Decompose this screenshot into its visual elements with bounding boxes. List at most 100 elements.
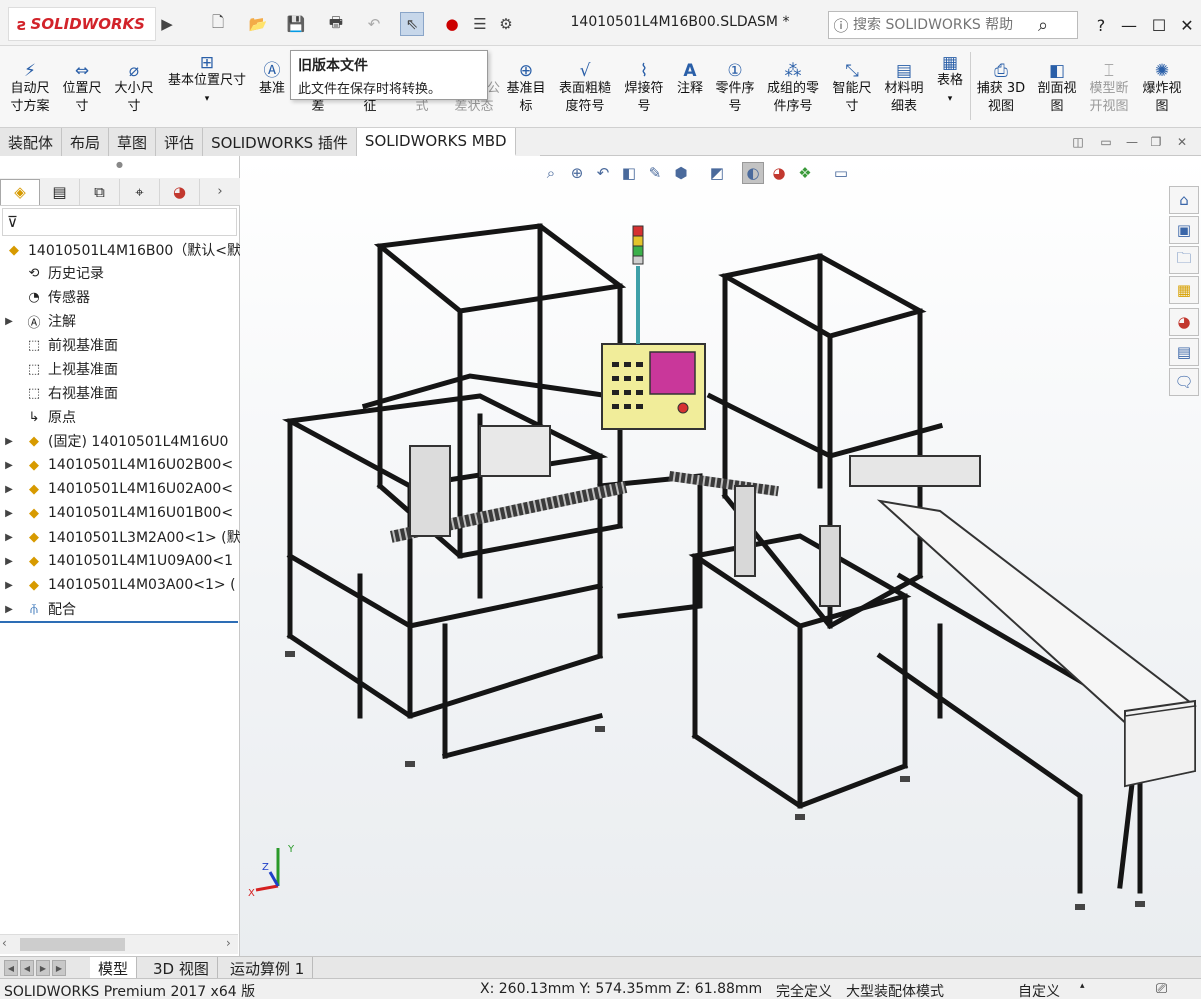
note-button[interactable]: A 注释 [672, 54, 708, 98]
solidworks-logo[interactable]: ƨ SOLIDWORKS [8, 7, 156, 41]
file-properties-icon[interactable]: ☰ [468, 12, 492, 36]
balloon-button[interactable]: ① 零件序 号 [710, 54, 760, 116]
doc-maximize-icon[interactable]: ❐ [1148, 134, 1164, 150]
expand-arrow-icon[interactable]: ▶ [160, 12, 174, 36]
tree-item-component[interactable]: ▶ ◆ 14010501L4M1U09A00<1 [2, 549, 233, 573]
pattern-button[interactable]: 式 [404, 98, 440, 116]
edit-appearance-icon[interactable]: ◕ [768, 162, 790, 184]
search-input[interactable] [853, 17, 1028, 33]
tab-3d-views[interactable]: 3D 视图 [145, 957, 218, 979]
doc-minimize-icon[interactable]: — [1124, 134, 1140, 150]
section-view-icon[interactable]: ◧ [618, 162, 640, 184]
undo-icon[interactable]: ↶ [362, 12, 386, 36]
surface-finish-button[interactable]: √ 表面粗糙 度符号 [554, 54, 616, 116]
forum-icon[interactable]: 🗨 [1169, 368, 1199, 396]
save-icon[interactable]: 💾 [284, 12, 308, 36]
dimxpert-manager-icon[interactable]: ⌖ [120, 178, 160, 205]
tab-sketch[interactable]: 草图 [109, 128, 157, 156]
weld-symbol-button[interactable]: ⌇ 焊接符 号 [620, 54, 668, 116]
filter-icon[interactable]: ⊽ [7, 213, 18, 231]
tree-item-front-plane[interactable]: ⬚ 前视基准面 [10, 333, 118, 357]
last-tab-icon[interactable]: ▶ [52, 960, 66, 976]
size-dimension-button[interactable]: ⌀ 大小尺 寸 [110, 54, 158, 116]
search-icon[interactable]: ⌕ [1028, 15, 1058, 36]
tab-model[interactable]: 模型 [90, 957, 138, 979]
tolerance-button[interactable]: 差 [300, 98, 336, 116]
expand-arrow-icon[interactable]: ▶ [2, 580, 16, 591]
scroll-right-icon[interactable]: › [226, 936, 231, 950]
expand-arrow-icon[interactable]: ▶ [2, 604, 16, 615]
configuration-manager-icon[interactable]: ⧉ [80, 178, 120, 205]
basic-location-dimension-button[interactable]: ⊞ 基本位置尺寸 ▾ [162, 50, 252, 108]
tree-item-component[interactable]: ▶ ◆ 14010501L4M16U02B00< [2, 453, 233, 477]
print-icon[interactable]: 🖶 [324, 12, 348, 36]
tree-item-top-plane[interactable]: ⬚ 上视基准面 [10, 357, 118, 381]
stacked-balloon-button[interactable]: ⁂ 成组的零 件序号 [762, 54, 824, 116]
dynamic-annotation-icon[interactable]: ✎ [644, 162, 666, 184]
tree-item-component[interactable]: ▶ ◆ 14010501L4M16U01B00< [2, 501, 233, 525]
tree-item-mates[interactable]: ▶ ⫚ 配合 [2, 597, 76, 621]
exploded-view-button[interactable]: ✺ 爆炸视 图 [1138, 54, 1186, 116]
view-orientation-icon[interactable]: ⬢ [670, 162, 692, 184]
help-search-box[interactable]: ⓘ ⌕ [828, 11, 1078, 39]
tab-layout[interactable]: 布局 [62, 128, 110, 156]
display-style-icon[interactable]: ◩ [706, 162, 728, 184]
file-explorer-icon[interactable]: 🗀 [1169, 246, 1199, 274]
expand-arrow-icon[interactable]: ▶ [2, 436, 16, 447]
next-tab-icon[interactable]: ▶ [36, 960, 50, 976]
open-icon[interactable]: 📂 [246, 12, 270, 36]
tree-filter[interactable]: ⊽ [2, 208, 237, 236]
tree-item-origin[interactable]: ↳ 原点 [10, 405, 76, 429]
tree-item-history[interactable]: ⟲ 历史记录 [10, 261, 104, 285]
expand-arrow-icon[interactable]: ▶ [2, 532, 16, 543]
units-dropdown-icon[interactable]: ▴ [1080, 981, 1085, 991]
first-tab-icon[interactable]: ◀ [4, 960, 18, 976]
tree-item-component[interactable]: ▶ ◆ 14010501L3M2A00<1> (默 [2, 525, 240, 549]
capture-3d-view-button[interactable]: ⎙ 捕获 3D 视图 [974, 54, 1028, 116]
feature-button[interactable]: 征 [352, 98, 388, 116]
tree-item-sensors[interactable]: ◔ 传感器 [10, 285, 90, 309]
design-library-icon[interactable]: ▣ [1169, 216, 1199, 244]
section-view-button[interactable]: ◧ 剖面视 图 [1032, 54, 1082, 116]
home-icon[interactable]: ⌂ [1169, 186, 1199, 214]
bom-button[interactable]: ▤ 材料明 细表 [880, 54, 928, 116]
smart-dimension-button[interactable]: ⤡ 智能尺 寸 [828, 54, 876, 116]
tab-motion-study[interactable]: 运动算例 1 [222, 957, 314, 979]
view-settings-icon[interactable]: ▭ [830, 162, 852, 184]
expand-arrow-icon[interactable]: ▶ [2, 508, 16, 519]
scroll-left-icon[interactable]: ‹ [2, 936, 7, 950]
help-button[interactable]: ? [1088, 12, 1114, 38]
scrollbar-thumb[interactable] [20, 938, 125, 951]
hide-show-icon[interactable]: ◐ [742, 162, 764, 184]
expand-arrow-icon[interactable]: ▶ [2, 556, 16, 567]
maximize-button[interactable]: ☐ [1146, 12, 1172, 38]
feature-manager-icon[interactable]: ◈ [0, 178, 40, 205]
tree-item-right-plane[interactable]: ⬚ 右视基准面 [10, 381, 118, 405]
expand-arrow-icon[interactable]: ▶ [2, 316, 16, 327]
close-button[interactable]: ✕ [1174, 12, 1200, 38]
property-manager-icon[interactable]: ▤ [40, 178, 80, 205]
tab-assembly[interactable]: 装配体 [0, 128, 63, 156]
display-manager-icon[interactable]: ◕ [160, 178, 200, 205]
new-icon[interactable]: 🗋 [206, 12, 230, 36]
rebuild-traffic-icon[interactable]: ● [440, 12, 464, 36]
zoom-area-icon[interactable]: ⊕ [566, 162, 588, 184]
doc-tile-icon[interactable]: ◫ [1070, 134, 1086, 150]
tree-item-component[interactable]: ▶ ◆ 14010501L4M16U02A00< [2, 477, 233, 501]
expand-arrow-icon[interactable]: ▶ [2, 460, 16, 471]
status-tooltip-icon[interactable]: ⎚ [1156, 981, 1167, 997]
previous-view-icon[interactable]: ↶ [592, 162, 614, 184]
minimize-button[interactable]: — [1116, 12, 1142, 38]
chevron-right-icon[interactable]: › [200, 184, 240, 199]
graphics-area[interactable] [240, 156, 1201, 956]
tree-item-annotations[interactable]: ▶ Ⓐ 注解 [2, 309, 76, 333]
doc-restore-icon[interactable]: ▭ [1098, 134, 1114, 150]
options-gear-icon[interactable]: ⚙ [494, 12, 518, 36]
tree-horizontal-scrollbar[interactable]: ‹ › [0, 934, 238, 954]
datum-button[interactable]: Ⓐ 基准 [254, 54, 290, 98]
doc-close-icon[interactable]: ✕ [1174, 134, 1190, 150]
expand-arrow-icon[interactable]: ▶ [2, 484, 16, 495]
appearances-icon[interactable]: ◕ [1169, 308, 1199, 336]
tab-addins[interactable]: SOLIDWORKS 插件 [203, 128, 357, 156]
auto-dimension-scheme-button[interactable]: ⚡ 自动尺 寸方案 [6, 54, 54, 116]
